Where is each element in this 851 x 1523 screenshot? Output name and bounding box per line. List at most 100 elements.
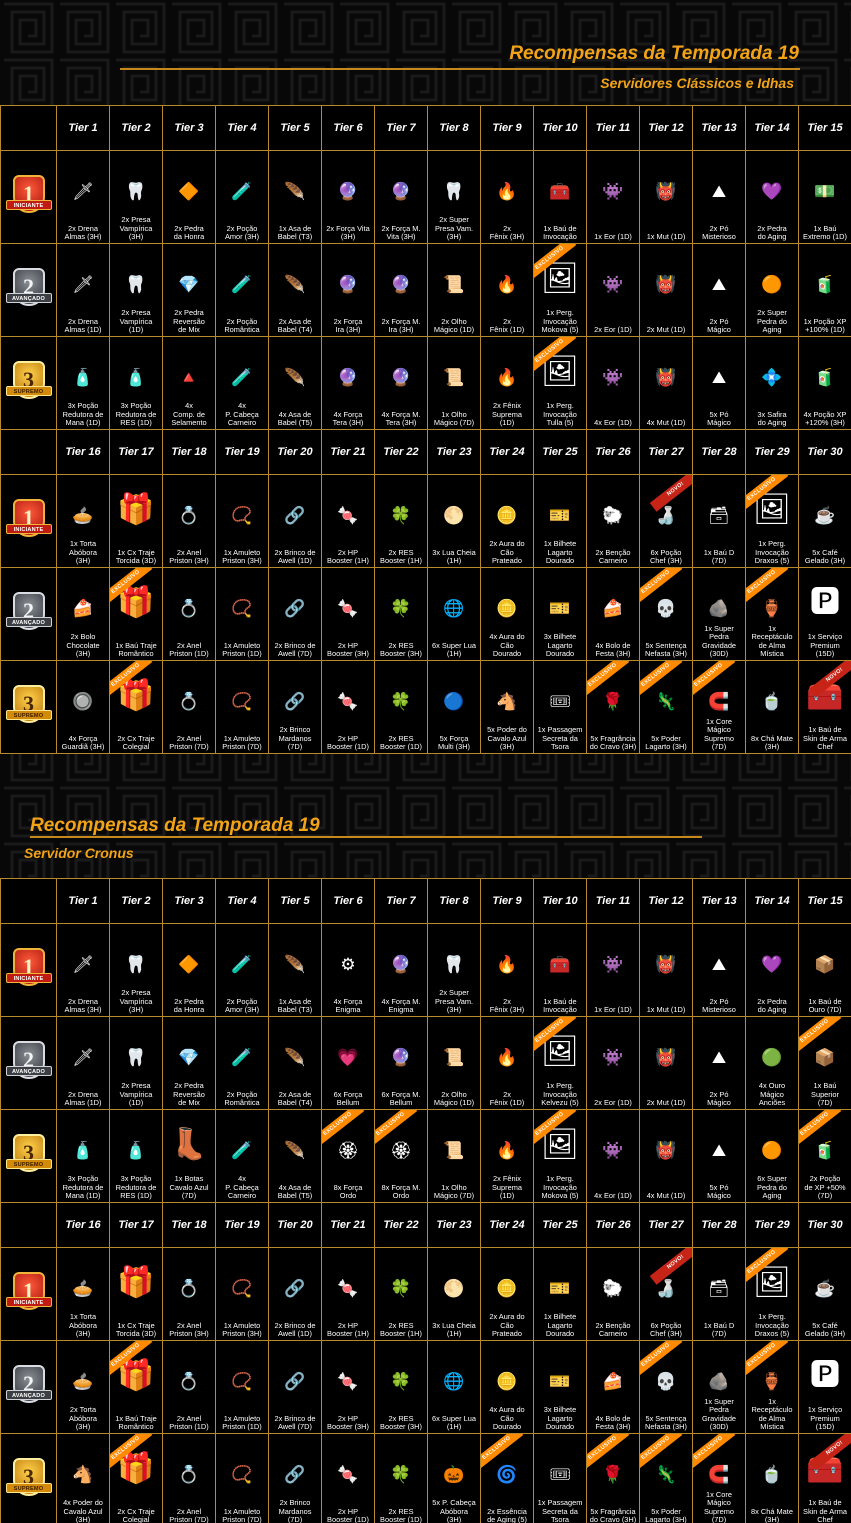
reward-cell[interactable]: 🦷 2x Presa Vampírica (3H)	[110, 924, 163, 1017]
reward-cell[interactable]: 🏺 1x Receptáculo de Alma Mística EXCLUSIVO	[746, 568, 799, 661]
reward-cell[interactable]: 💍 2x Anel Priston (7D)	[163, 661, 216, 754]
reward-cell[interactable]: 💜 2x Pedra do Aging	[746, 151, 799, 244]
reward-cell[interactable]: 🎁 1x Baú Traje Romântico EXCLUSIVO	[110, 1341, 163, 1434]
reward-cell[interactable]: 🖼 1x Perg. Invocação Mokova (5) EXCLUSIVO	[534, 244, 587, 337]
reward-cell[interactable]: 📿 1x Amuleto Priston (1D)	[216, 568, 269, 661]
reward-cell[interactable]: 👾 2x Eor (1D)	[587, 244, 640, 337]
reward-cell[interactable]: 🧴 3x Poção Redutora de Mana (1D)	[57, 337, 110, 430]
reward-cell[interactable]: 🪨 1x Super Pedra Gravidade (30D)	[693, 568, 746, 661]
reward-cell[interactable]: 🦷 2x Presa Vampírica (1D)	[110, 244, 163, 337]
reward-cell[interactable]: 🔮 2x Força M. Vita (3H)	[375, 151, 428, 244]
reward-cell[interactable]: 🪶 2x Asa de Babel (T4)	[269, 1017, 322, 1110]
reward-cell[interactable]: 🪙 2x Aura do Cão Prateado	[481, 1248, 534, 1341]
reward-cell[interactable]: 🍰 4x Bolo de Festa (3H)	[587, 568, 640, 661]
reward-cell[interactable]: 🦷 2x Presa Vampírica (3H)	[110, 151, 163, 244]
reward-cell[interactable]: 🪙 4x Aura do Cão Dourado	[481, 568, 534, 661]
reward-cell[interactable]: 🥧 2x Torta Abóbora (3H)	[57, 1341, 110, 1434]
reward-cell[interactable]: 🔗 2x Brinco de Awell (7D)	[269, 1341, 322, 1434]
reward-cell[interactable]: 🔥 2x Fênix (3H)	[481, 151, 534, 244]
reward-cell[interactable]: 📜 2x Olho Mágico (1D)	[428, 1017, 481, 1110]
reward-cell[interactable]: 🐑 2x Benção Carneiro	[587, 1248, 640, 1341]
reward-cell[interactable]: ⛰ 2x Pó Mágico	[693, 244, 746, 337]
reward-cell[interactable]: 🔵 5x Força Multi (3H)	[428, 661, 481, 754]
reward-cell[interactable]: 🧰 1x Baú de Invocação	[534, 151, 587, 244]
reward-cell[interactable]: 🧴 3x Poção Redutora de Mana (1D)	[57, 1110, 110, 1203]
reward-cell[interactable]: 🍬 2x HP Booster (3H)	[322, 568, 375, 661]
reward-cell[interactable]: 🧴 3x Poção Redutora de RES (1D)	[110, 1110, 163, 1203]
reward-cell[interactable]: 🍬 2x HP Booster (1D)	[322, 661, 375, 754]
reward-cell[interactable]: 🎁 1x Cx Traje Torcida (3D)	[110, 475, 163, 568]
reward-cell[interactable]: 💎 2x Pedra Reversão de Mix	[163, 1017, 216, 1110]
reward-cell[interactable]: 🔮 4x Força Tera (3H)	[322, 337, 375, 430]
reward-cell[interactable]: 🌕 3x Lua Cheia (1H)	[428, 475, 481, 568]
reward-cell[interactable]: 💀 5x Sentença Nefasta (3H) EXCLUSIVO	[640, 1341, 693, 1434]
reward-cell[interactable]: 🎁 2x Cx Traje Colegial EXCLUSIVO	[110, 661, 163, 754]
reward-cell[interactable]: 🍶 6x Poção Chef (3H) NOVO!	[640, 1248, 693, 1341]
reward-cell[interactable]: 🧴 3x Poção Redutora de RES (1D)	[110, 337, 163, 430]
reward-cell[interactable]: 🗃 1x Baú D (7D)	[693, 475, 746, 568]
reward-cell[interactable]: 🧪 4x P. Cabeça Carneiro	[216, 337, 269, 430]
reward-cell[interactable]: 🧪 2x Poção Romântica	[216, 1017, 269, 1110]
reward-cell[interactable]: 🔗 2x Brinco de Awell (1D)	[269, 475, 322, 568]
reward-cell[interactable]: 🔮 6x Força M. Bellum	[375, 1017, 428, 1110]
reward-cell[interactable]: 🌕 3x Lua Cheia (1H)	[428, 1248, 481, 1341]
reward-cell[interactable]: 🦷 2x Super Presa Vam. (3H)	[428, 151, 481, 244]
reward-cell[interactable]: ⛰ 2x Pó Mágico	[693, 1017, 746, 1110]
reward-cell[interactable]: 🔗 2x Brinco de Awell (1D)	[269, 1248, 322, 1341]
reward-cell[interactable]: 🍀 2x RES Booster (1H)	[375, 475, 428, 568]
reward-cell[interactable]: 🎟 1x Passagem Secreta da Tsora	[534, 1434, 587, 1523]
reward-cell[interactable]: 🧰 1x Baú de Skin de Arma Chef NOVO!	[799, 661, 851, 754]
reward-cell[interactable]: 🎟 1x Passagem Secreta da Tsora	[534, 661, 587, 754]
reward-cell[interactable]: 🍀 2x RES Booster (1D)	[375, 1434, 428, 1523]
reward-cell[interactable]: 💵 1x Baú Extremo (1D)	[799, 151, 851, 244]
reward-cell[interactable]: 🗡 2x Drena Almas (1D)	[57, 1017, 110, 1110]
reward-cell[interactable]: 🗃 1x Baú D (7D)	[693, 1248, 746, 1341]
reward-cell[interactable]: 💍 2x Anel Priston (1D)	[163, 1341, 216, 1434]
reward-cell[interactable]: 🏵 8x Força Ordo EXCLUSIVO	[322, 1110, 375, 1203]
reward-cell[interactable]: 🪶 1x Asa de Babel (T3)	[269, 151, 322, 244]
reward-cell[interactable]: 🔥 2x Fênix Suprema (1D)	[481, 1110, 534, 1203]
reward-cell[interactable]: 💍 2x Anel Priston (3H)	[163, 475, 216, 568]
reward-cell[interactable]: 👹 4x Mut (1D)	[640, 1110, 693, 1203]
reward-cell[interactable]: 🔮 2x Força Vita (3H)	[322, 151, 375, 244]
reward-cell[interactable]: 🪙 4x Aura do Cão Dourado	[481, 1341, 534, 1434]
reward-cell[interactable]: 👾 4x Eor (1D)	[587, 337, 640, 430]
reward-cell[interactable]: 🧪 4x P. Cabeça Carneiro	[216, 1110, 269, 1203]
reward-cell[interactable]: 🔥 2x Fênix (1D)	[481, 1017, 534, 1110]
reward-cell[interactable]: 👢 1x Botas Cavalo Azul (7D)	[163, 1110, 216, 1203]
reward-cell[interactable]: 🧰 1x Baú de Skin de Arma Chef NOVO!	[799, 1434, 851, 1523]
reward-cell[interactable]: 🔥 2x Fênix Suprema (1D)	[481, 337, 534, 430]
reward-cell[interactable]: 🖼 1x Perg. Invocação Draxos (5) EXCLUSIVO	[746, 1248, 799, 1341]
reward-cell[interactable]: 🍰 2x Bolo Chocolate (3H)	[57, 568, 110, 661]
reward-cell[interactable]: 🖼 1x Perg. Invocação Kelvezu (5) EXCLUSIVO	[534, 1017, 587, 1110]
reward-cell[interactable]: 🍵 8x Chá Mate (3H)	[746, 1434, 799, 1523]
reward-cell[interactable]: 🎫 1x Bilhete Lagarto Dourado	[534, 475, 587, 568]
reward-cell[interactable]: 🧪 2x Poção Amor (3H)	[216, 151, 269, 244]
reward-cell[interactable]: 🔮 2x Força M. Ira (3H)	[375, 244, 428, 337]
reward-cell[interactable]: 🥧 1x Torta Abóbora (3H)	[57, 475, 110, 568]
reward-cell[interactable]: 🎁 1x Cx Traje Torcida (3D)	[110, 1248, 163, 1341]
reward-cell[interactable]: 🔥 2x Fênix (1D)	[481, 244, 534, 337]
reward-cell[interactable]: 🥧 1x Torta Abóbora (3H)	[57, 1248, 110, 1341]
reward-cell[interactable]: 🌐 6x Super Lua (1H)	[428, 568, 481, 661]
reward-cell[interactable]: 🪙 2x Aura do Cão Prateado	[481, 475, 534, 568]
reward-cell[interactable]: ⛰ 5x Pó Mágico	[693, 1110, 746, 1203]
reward-cell[interactable]: 🔘 4x Força Guardiã (3H)	[57, 661, 110, 754]
reward-cell[interactable]: 🍀 2x RES Booster (3H)	[375, 1341, 428, 1434]
reward-cell[interactable]: 🔗 2x Brinco Mardanos (7D)	[269, 661, 322, 754]
reward-cell[interactable]: 📜 1x Olho Mágico (7D)	[428, 1110, 481, 1203]
reward-cell[interactable]: 🅿 1x Serviço Premium (15D)	[799, 1341, 851, 1434]
reward-cell[interactable]: 🗡 2x Drena Almas (3H)	[57, 151, 110, 244]
reward-cell[interactable]: 🦎 5x Poder Lagarto (3H) EXCLUSIVO	[640, 661, 693, 754]
reward-cell[interactable]: 🎁 2x Cx Traje Colegial EXCLUSIVO	[110, 1434, 163, 1523]
reward-cell[interactable]: 🔮 4x Força M. Tera (3H)	[375, 337, 428, 430]
reward-cell[interactable]: 🟢 4x Ouro Mágico Anciões	[746, 1017, 799, 1110]
reward-cell[interactable]: 🍬 2x HP Booster (3H)	[322, 1341, 375, 1434]
reward-cell[interactable]: 🧰 1x Baú de Invocação	[534, 924, 587, 1017]
reward-cell[interactable]: 🪶 1x Asa de Babel (T3)	[269, 924, 322, 1017]
reward-cell[interactable]: ⛰ 5x Pó Mágico	[693, 337, 746, 430]
reward-cell[interactable]: 💍 2x Anel Priston (1D)	[163, 568, 216, 661]
reward-cell[interactable]: 🍀 2x RES Booster (1D)	[375, 661, 428, 754]
reward-cell[interactable]: 🗡 2x Drena Almas (3H)	[57, 924, 110, 1017]
reward-cell[interactable]: 📿 1x Amuleto Priston (1D)	[216, 1341, 269, 1434]
